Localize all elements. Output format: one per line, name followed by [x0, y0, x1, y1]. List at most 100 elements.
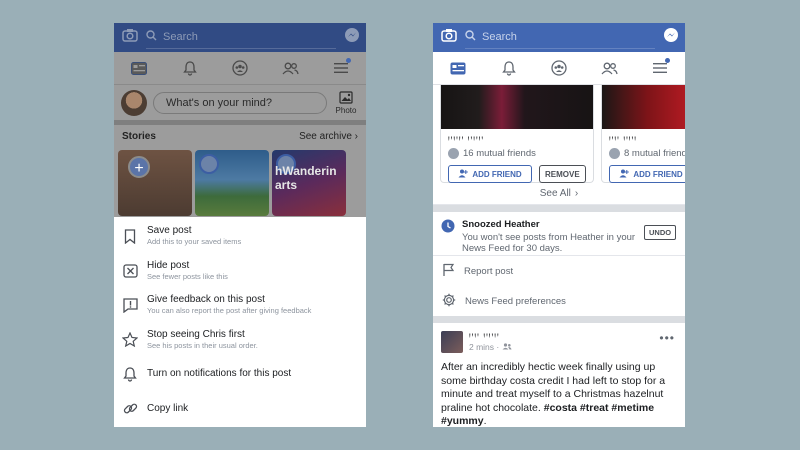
photo-icon — [339, 90, 353, 106]
add-friend-button[interactable]: ADD FRIEND — [448, 165, 532, 183]
snooze-description: You won't see posts from Heather in your… — [462, 232, 636, 254]
friends-audience-icon — [502, 342, 512, 352]
friends-icon[interactable] — [594, 53, 624, 83]
suggestion-name[interactable]: ꞋꞌꞋꞌꞋꞌ ꞋꞌꞋꞌꞋꞌ — [448, 135, 586, 146]
chevron-right-icon: › — [574, 188, 579, 199]
bell-icon — [122, 367, 138, 382]
camera-icon[interactable] — [122, 28, 138, 47]
post-author-name[interactable]: ꞋꞌꞋꞌ ꞋꞌꞋꞌꞋꞌ — [469, 332, 512, 342]
top-bar: Search — [433, 23, 685, 52]
mutual-label: 16 mutual friends — [463, 147, 536, 159]
friend-suggestion-card[interactable]: ꞋꞌꞋꞌ ꞋꞌꞋꞌꞋ 8 mutual friends ADD FRIEND — [601, 85, 685, 183]
suggestion-name[interactable]: ꞋꞌꞋꞌ ꞋꞌꞋꞌꞋ — [609, 135, 685, 146]
post-options-sheet: Save post Add this to your saved items Hi… — [114, 217, 366, 426]
news-feed-icon[interactable] — [443, 53, 473, 83]
photo-label: Photo — [335, 105, 357, 115]
menu-item-title: Stop seeing Chris first — [147, 328, 245, 340]
menu-item-title: Turn on notifications for this post — [147, 368, 292, 380]
link-icon — [122, 401, 138, 416]
menu-icon[interactable] — [326, 53, 356, 83]
add-friend-icon — [458, 169, 469, 180]
undo-button[interactable]: UNDO — [644, 225, 677, 240]
composer: What's on your mind? Photo — [114, 85, 366, 125]
add-story-card[interactable]: + — [118, 150, 192, 216]
menu-item-title: Save post — [147, 225, 192, 237]
stories-header: Stories See archive › — [114, 125, 366, 147]
nav-bar — [114, 52, 366, 85]
card-actions: ADD FRIEND — [609, 165, 685, 183]
nav-bar — [433, 52, 685, 85]
clock-icon — [441, 219, 455, 249]
snooze-notice: Snoozed Heather You won't see posts from… — [433, 212, 685, 256]
card-photo[interactable] — [441, 85, 593, 129]
post-time[interactable]: 2 mins · — [469, 342, 499, 352]
mutual-friends: 16 mutual friends — [448, 146, 586, 160]
menu-item-title: Hide post — [147, 259, 190, 271]
avatar[interactable] — [441, 331, 463, 353]
bell-icon[interactable] — [494, 53, 524, 83]
see-archive-link[interactable]: See archive › — [299, 131, 358, 142]
plus-icon: + — [128, 156, 150, 178]
friend-suggestion-card[interactable]: ꞋꞌꞋꞌꞋꞌ ꞋꞌꞋꞌꞋꞌ 16 mutual friends ADD FRIE… — [440, 85, 594, 183]
menu-item-give-feedback[interactable]: Give feedback on this post You can also r… — [114, 288, 366, 323]
composer-input[interactable]: What's on your mind? — [153, 91, 327, 114]
menu-item-copy-link[interactable]: Copy link — [114, 392, 366, 427]
post-text-end: . — [483, 415, 487, 427]
star-icon — [122, 332, 138, 348]
menu-item-turn-on-notifications[interactable]: Turn on notifications for this post — [114, 357, 366, 392]
card-photo[interactable] — [602, 85, 685, 129]
friends-icon[interactable] — [275, 53, 305, 83]
separator — [433, 205, 685, 212]
messenger-icon[interactable] — [344, 27, 360, 48]
menu-item-stop-seeing-first[interactable]: Stop seeing Chris first See his posts in … — [114, 323, 366, 358]
bell-icon[interactable] — [175, 53, 205, 83]
search-input[interactable]: Search — [146, 27, 336, 49]
people-you-may-know: ꞋꞌꞋꞌꞋꞌ ꞋꞌꞋꞌꞋꞌ 16 mutual friends ADD FRIE… — [433, 85, 685, 183]
menu-item-hide-post[interactable]: Hide post See fewer posts like this — [114, 254, 366, 289]
camera-icon[interactable] — [441, 28, 457, 47]
menu-item-save-post[interactable]: Save post Add this to your saved items — [114, 219, 366, 254]
menu-item-subtitle: See fewer posts like this — [147, 271, 228, 281]
menu-icon[interactable] — [645, 53, 675, 83]
undo-label: UNDO — [649, 228, 672, 237]
search-icon — [146, 28, 157, 46]
groups-icon[interactable] — [225, 53, 255, 83]
story-card[interactable] — [195, 150, 269, 216]
flag-icon — [442, 263, 455, 280]
search-icon — [465, 28, 476, 46]
remove-button[interactable]: REMOVE — [539, 165, 586, 183]
top-bar: Search — [114, 23, 366, 52]
mutual-avatar — [609, 147, 620, 159]
see-all-link[interactable]: See All › — [433, 183, 685, 205]
story-card[interactable]: hWanderin arts — [272, 150, 346, 216]
see-archive-label: See archive — [299, 130, 352, 142]
news-feed-icon[interactable] — [124, 53, 154, 83]
messenger-icon[interactable] — [663, 27, 679, 48]
news-feed-preferences-label: News Feed preferences — [465, 295, 566, 307]
stories-row: + hWanderin arts — [114, 147, 366, 217]
post-text: After an incredibly hectic week finally … — [433, 359, 685, 427]
news-feed-preferences-option[interactable]: News Feed preferences — [433, 286, 685, 316]
menu-item-title: Copy link — [147, 402, 189, 414]
story-text: hWanderin arts — [275, 164, 337, 192]
report-post-option[interactable]: Report post — [433, 256, 685, 286]
add-friend-label: ADD FRIEND — [472, 169, 522, 179]
left-phone-screen: Search What's on your mind? Photo Storie… — [114, 23, 366, 427]
photo-button[interactable]: Photo — [333, 90, 359, 115]
menu-item-subtitle: Add this to your saved items — [147, 237, 242, 247]
remove-label: REMOVE — [545, 169, 580, 179]
add-friend-button[interactable]: ADD FRIEND — [609, 165, 685, 183]
post-header: ꞋꞌꞋꞌ ꞋꞌꞋꞌꞋꞌ 2 mins · ••• — [433, 323, 685, 359]
story-avatar — [199, 154, 219, 174]
report-post-label: Report post — [464, 265, 514, 277]
search-input[interactable]: Search — [465, 27, 655, 49]
groups-icon[interactable] — [544, 53, 574, 83]
add-friend-icon — [619, 169, 630, 180]
gear-icon — [442, 293, 456, 310]
search-placeholder: Search — [163, 31, 198, 43]
avatar[interactable] — [121, 89, 147, 116]
more-options-icon[interactable]: ••• — [659, 331, 675, 345]
feedback-icon — [122, 298, 138, 313]
right-phone-screen: Search ꞋꞌꞋꞌꞋꞌ ꞋꞌꞋꞌꞋꞌ 16 mutual friends A… — [433, 23, 685, 427]
snooze-title: Snoozed Heather — [462, 219, 540, 230]
